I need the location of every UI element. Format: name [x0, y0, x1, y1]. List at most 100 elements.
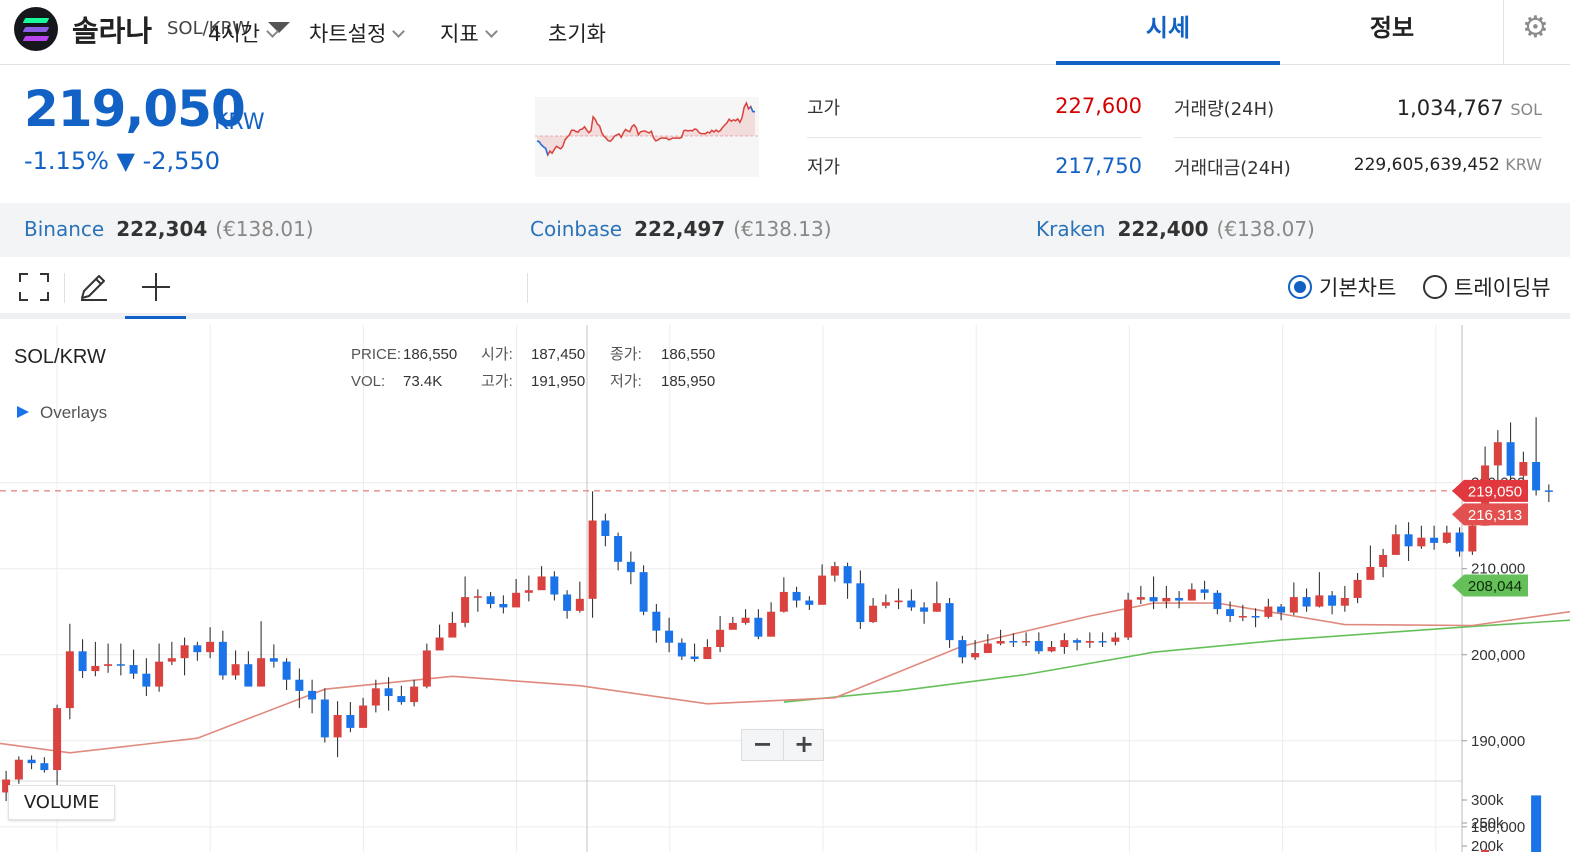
candle: [1328, 591, 1337, 615]
chart-grid: [0, 325, 1462, 852]
current-price: 219,050: [24, 80, 246, 138]
candle: [601, 513, 610, 547]
candle-body: [346, 714, 355, 728]
candle: [461, 576, 470, 628]
candle-body: [1366, 566, 1375, 580]
gear-icon[interactable]: ⚙: [1522, 10, 1549, 45]
candle-body: [575, 598, 584, 611]
candle: [1366, 545, 1375, 580]
candle: [690, 643, 699, 662]
pencil-icon[interactable]: [78, 271, 110, 303]
candle: [1034, 632, 1043, 654]
crosshair-tool[interactable]: [125, 258, 186, 319]
legend-vol: 73.4K: [403, 373, 442, 390]
candle-body: [40, 763, 49, 771]
candle: [1251, 608, 1260, 628]
candle-body: [384, 688, 393, 697]
candle-body: [231, 664, 240, 676]
candle: [1187, 583, 1196, 601]
candle-body: [1302, 597, 1311, 607]
amount-label: 거래대금(24H): [1174, 158, 1291, 179]
candle: [563, 590, 572, 619]
overlays-toggle[interactable]: Overlays: [40, 403, 107, 422]
candle: [269, 644, 278, 668]
candle: [142, 658, 151, 697]
chevron-down-icon: [392, 25, 406, 38]
candle: [1085, 632, 1094, 648]
candle: [767, 602, 776, 637]
legend-low-label: 저가:: [610, 373, 642, 390]
candle: [27, 755, 36, 770]
candle-body: [639, 572, 648, 612]
zoom-in-button[interactable]: +: [783, 730, 824, 760]
ma-short-tag: 216,313: [1468, 507, 1522, 524]
tradingview-radio[interactable]: [1423, 275, 1447, 299]
candle-body: [524, 590, 533, 593]
candle: [1162, 585, 1171, 609]
candle-body: [116, 664, 125, 666]
candle-body: [983, 643, 992, 654]
candle: [167, 641, 176, 666]
candle-body: [1251, 616, 1260, 618]
candle: [448, 611, 457, 638]
candle-body: [754, 617, 763, 637]
volume-label: 거래량(24H): [1174, 99, 1275, 120]
candle-body: [1315, 595, 1324, 607]
price-unit: KRW: [214, 110, 265, 135]
price-change: -1.15% ▼ -2,550: [24, 147, 220, 175]
candle: [728, 616, 737, 630]
candle: [1277, 603, 1286, 621]
exchange-kraken: Kraken 222,400 (€138.07): [1036, 217, 1315, 241]
candle-body: [180, 645, 189, 659]
play-icon[interactable]: [17, 406, 29, 418]
candle: [588, 491, 597, 618]
candle: [869, 597, 878, 623]
candlestick-chart[interactable]: 180,000190,000200,000210,000220,000 208,…: [0, 325, 1570, 852]
candle: [550, 571, 559, 601]
legend-vol-label: VOL:: [351, 373, 385, 390]
candle: [1379, 548, 1388, 578]
candle-body: [945, 603, 954, 641]
candle: [1200, 580, 1209, 600]
candle: [333, 701, 342, 758]
fullscreen-icon[interactable]: [19, 273, 49, 301]
legend-close-label: 종가:: [610, 346, 642, 363]
ma-short-line: [0, 602, 1570, 754]
candle-body: [359, 705, 368, 728]
chart-title: SOL/KRW: [14, 346, 106, 368]
volume-toggle-button[interactable]: VOLUME: [8, 785, 115, 820]
candle-body: [869, 605, 878, 623]
low-value: 217,750: [1055, 154, 1142, 178]
candle-body: [1060, 640, 1069, 648]
candle: [856, 570, 865, 629]
zoom-controls: − +: [741, 729, 824, 761]
candle-body: [1111, 637, 1120, 642]
zoom-out-button[interactable]: −: [742, 730, 783, 760]
y-tick-label: 190,000: [1471, 733, 1525, 750]
legend-open-label: 시가:: [481, 346, 513, 363]
candle-body: [473, 596, 482, 598]
low-label: 저가: [807, 157, 841, 178]
candle: [1264, 598, 1273, 619]
candle: [920, 602, 929, 624]
candle: [1136, 585, 1145, 604]
candle: [308, 679, 317, 714]
volume-unit: SOL: [1510, 100, 1542, 119]
candle-body: [614, 536, 623, 562]
interval-dropdown[interactable]: 4시간: [208, 18, 279, 48]
reset-button[interactable]: 초기화: [548, 18, 606, 48]
candle-body: [282, 661, 291, 680]
candle-body: [1200, 589, 1209, 593]
candle-body: [244, 664, 253, 687]
candle-body: [856, 583, 865, 623]
tab-price[interactable]: 시세: [1056, 0, 1280, 65]
candle: [1289, 582, 1298, 616]
basic-chart-radio[interactable]: [1288, 275, 1312, 299]
candle-body: [1085, 640, 1094, 643]
chart-settings-dropdown[interactable]: 차트설정: [309, 18, 406, 48]
candle-body: [512, 592, 521, 608]
candle-body: [1277, 606, 1286, 613]
candle-body: [920, 607, 929, 612]
tab-info[interactable]: 정보: [1280, 0, 1504, 65]
indicators-dropdown[interactable]: 지표: [440, 18, 498, 48]
